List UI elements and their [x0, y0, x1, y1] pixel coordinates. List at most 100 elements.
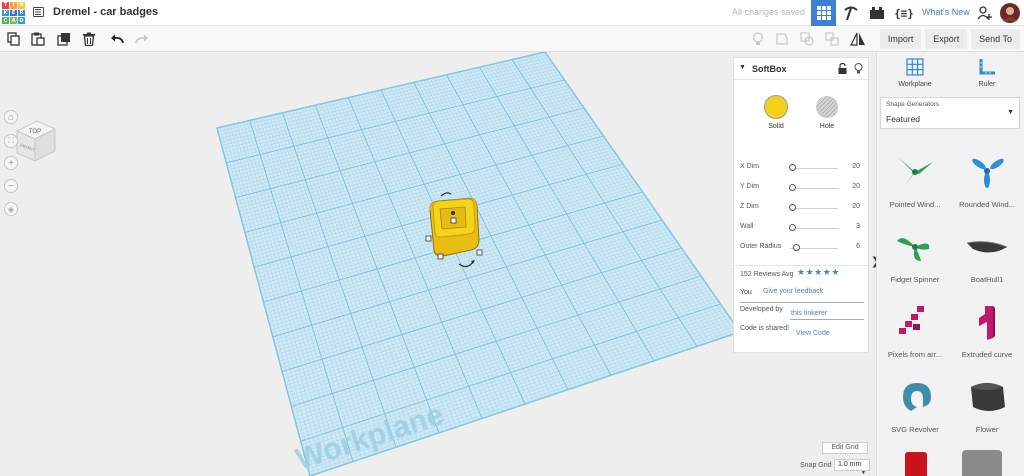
- param-slider-track[interactable]: [790, 168, 838, 169]
- param-value[interactable]: 20: [852, 163, 860, 170]
- add-user-button[interactable]: [974, 0, 996, 26]
- workplane-icon: [906, 58, 924, 76]
- fit-view-button[interactable]: ⛶: [4, 134, 18, 148]
- param-slider-knob[interactable]: [789, 224, 797, 231]
- zoom-out-button[interactable]: −: [4, 179, 18, 193]
- collapse-caret-icon[interactable]: ▼: [739, 64, 746, 71]
- logo-letter: C: [2, 17, 9, 24]
- send-to-button[interactable]: Send To: [971, 28, 1021, 49]
- snap-grid-label: Snap Grid: [800, 462, 832, 469]
- param-slider-track[interactable]: [790, 208, 838, 209]
- logo-letter: N: [18, 2, 25, 9]
- group-button[interactable]: [799, 31, 815, 47]
- ruler-tool[interactable]: Ruler: [967, 58, 1007, 88]
- softbox-object[interactable]: [415, 190, 495, 280]
- copy-icon: [7, 32, 20, 46]
- shape-item[interactable]: Pixels from arr...: [880, 300, 950, 362]
- mirror-icon: [850, 32, 865, 46]
- pointed-windmill-icon: [880, 154, 950, 193]
- shape-item-partial[interactable]: [905, 452, 927, 476]
- import-button[interactable]: Import: [879, 28, 922, 49]
- light-bulb-icon[interactable]: [854, 63, 863, 74]
- design-menu-icon[interactable]: [33, 7, 44, 17]
- ruler-tool-label: Ruler: [978, 81, 996, 88]
- whats-new-link[interactable]: What's New: [922, 7, 970, 17]
- solid-option[interactable]: Solid: [760, 95, 792, 130]
- perspective-button[interactable]: ◈: [4, 202, 18, 216]
- redo-button[interactable]: [134, 31, 150, 47]
- shape-item[interactable]: Rounded Wind...: [952, 150, 1022, 212]
- lock-icon[interactable]: [838, 63, 847, 74]
- divider: [740, 302, 864, 303]
- param-slider-knob[interactable]: [789, 164, 797, 171]
- shape-item[interactable]: SVG Revolver: [880, 375, 950, 437]
- undo-button[interactable]: [109, 31, 125, 47]
- codeblocks-button[interactable]: {≡}: [892, 0, 916, 26]
- duplicate-icon: [57, 33, 70, 46]
- workplane-tool[interactable]: Workplane: [895, 58, 935, 88]
- light-bulb-button[interactable]: [750, 31, 766, 47]
- shape-generators-dropdown[interactable]: Shape Generators Featured ▼: [880, 97, 1020, 129]
- shape-item-label: SVG Revolver: [891, 425, 939, 434]
- add-user-icon: [977, 6, 992, 20]
- rating-stars: ★★★★★: [797, 268, 840, 278]
- give-feedback-link[interactable]: Give your feedback: [763, 288, 823, 295]
- view-cube[interactable]: TOP FRONT: [13, 119, 59, 165]
- reviews-text: 152 Reviews Avg: [740, 271, 794, 278]
- home-view-button[interactable]: ⌂: [4, 110, 18, 124]
- param-value[interactable]: 20: [852, 203, 860, 210]
- mirror-button[interactable]: [850, 31, 866, 47]
- solid-color-swatch[interactable]: [764, 95, 788, 119]
- chevron-down-icon: ▼: [1007, 109, 1014, 116]
- ungroup-button[interactable]: [824, 31, 840, 47]
- shape-item[interactable]: BoatHull1: [952, 225, 1022, 287]
- param-slider-knob[interactable]: [789, 184, 797, 191]
- developer-link[interactable]: this tinkerer: [791, 310, 827, 317]
- duplicate-button[interactable]: [56, 31, 72, 47]
- snap-grid-select[interactable]: 1.0 mm ▼: [834, 459, 870, 476]
- param-value[interactable]: 6: [856, 243, 860, 250]
- view-code-link[interactable]: View Code: [796, 330, 830, 337]
- logo-letter: A: [10, 17, 17, 24]
- redo-icon: [135, 34, 148, 44]
- param-slider-knob[interactable]: [792, 244, 800, 251]
- param-slider-knob[interactable]: [789, 204, 797, 211]
- star-icon: ★: [814, 268, 823, 278]
- param-row-x-dim: X Dim 20: [740, 162, 866, 174]
- zoom-in-button[interactable]: +: [4, 156, 18, 170]
- shape-item-label: BoatHull1: [970, 275, 1004, 284]
- copy-button[interactable]: [6, 31, 22, 47]
- param-label: Y Dim: [740, 183, 759, 190]
- shape-item[interactable]: Extruded curve: [952, 300, 1022, 362]
- user-avatar[interactable]: [998, 0, 1022, 26]
- shape-outline-button[interactable]: [774, 31, 790, 47]
- logo-letter: E: [10, 9, 17, 17]
- flower-icon: [952, 379, 1022, 418]
- paste-icon: [31, 32, 45, 46]
- bricks-button[interactable]: [866, 0, 888, 26]
- shape-name: SoftBox: [752, 64, 787, 74]
- tinkercad-logo[interactable]: TIN KER CAD: [2, 2, 25, 24]
- shape-outline-icon: [776, 33, 788, 45]
- delete-button[interactable]: [81, 31, 97, 47]
- design-title[interactable]: Dremel - car badges: [53, 6, 158, 18]
- param-value[interactable]: 20: [852, 183, 860, 190]
- shape-item-partial[interactable]: [962, 450, 1002, 476]
- shape-item[interactable]: Fidget Spinner: [880, 225, 950, 287]
- hole-swatch-icon[interactable]: [815, 95, 839, 119]
- blocks-button[interactable]: [840, 0, 862, 26]
- paste-button[interactable]: [30, 31, 46, 47]
- 3d-view-button[interactable]: [811, 0, 836, 26]
- param-slider-track[interactable]: [790, 188, 838, 189]
- developed-by-label: Developed by: [740, 306, 783, 313]
- shape-generators-value: Featured: [886, 114, 921, 124]
- ungroup-icon: [825, 32, 839, 46]
- param-slider-track[interactable]: [790, 228, 838, 229]
- hole-option[interactable]: Hole: [811, 95, 843, 130]
- export-button[interactable]: Export: [925, 28, 968, 49]
- svg-revolver-icon: [880, 379, 950, 418]
- shape-item[interactable]: Flower: [952, 375, 1022, 437]
- shape-item[interactable]: Pointed Wind...: [880, 150, 950, 212]
- edit-grid-button[interactable]: Edit Grid: [822, 442, 868, 454]
- param-value[interactable]: 3: [856, 223, 860, 230]
